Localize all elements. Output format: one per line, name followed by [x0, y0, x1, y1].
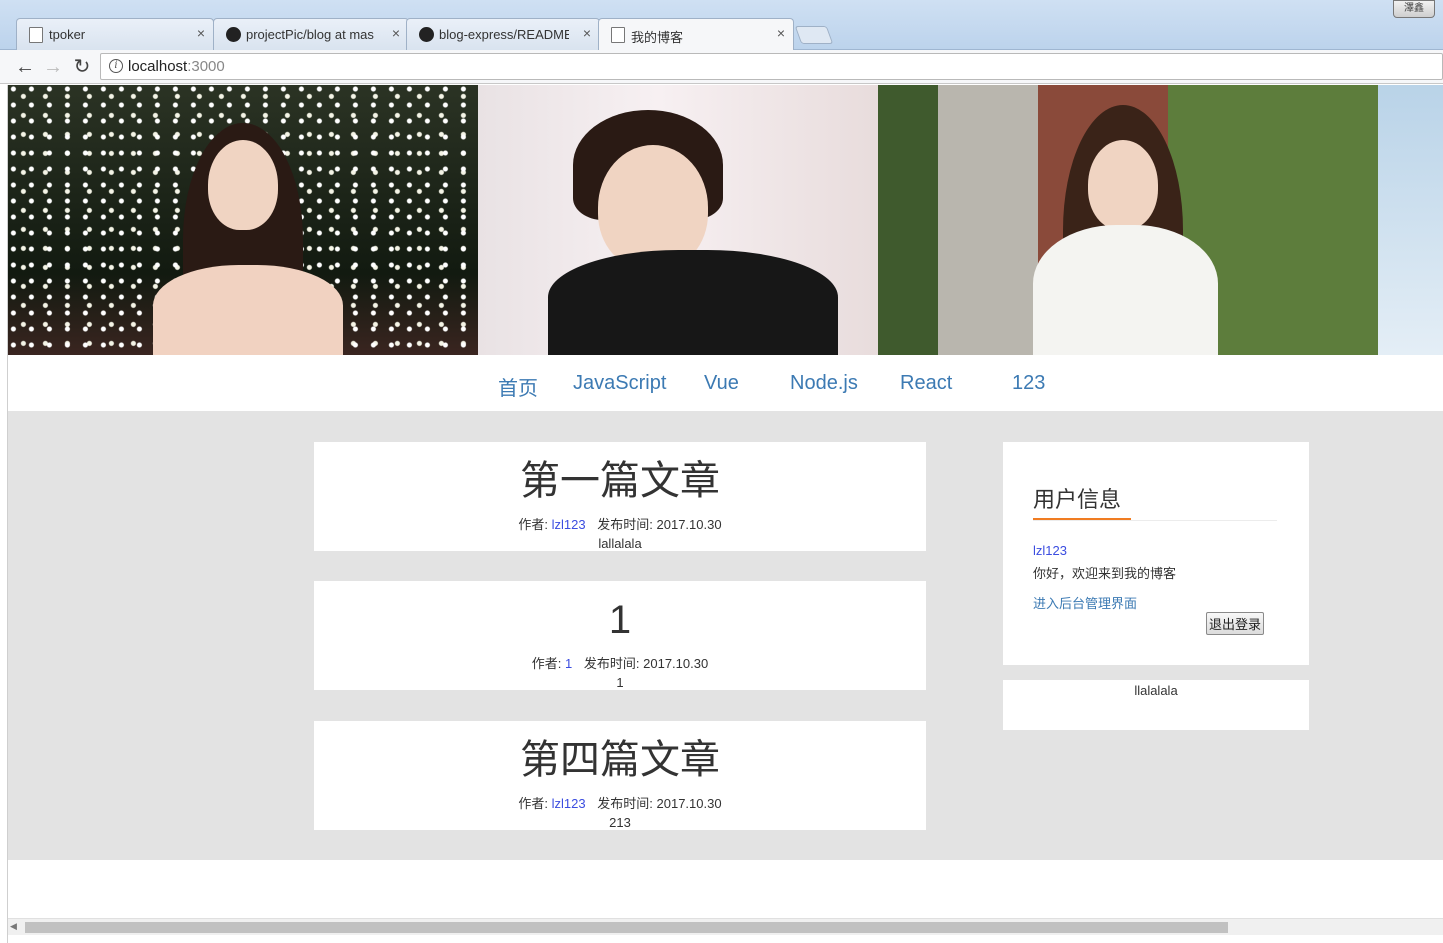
- url-text[interactable]: localhost:3000: [128, 58, 225, 75]
- welcome-text: 你好，欢迎来到我的博客: [1033, 566, 1177, 581]
- author-label: 作者:: [518, 517, 549, 532]
- nav-javascript[interactable]: JavaScript: [573, 372, 666, 395]
- nav-123[interactable]: 123: [1012, 372, 1045, 395]
- nav-vue[interactable]: Vue: [704, 372, 739, 395]
- address-bar[interactable]: i localhost:3000: [100, 53, 1443, 80]
- forward-button[interactable]: →: [41, 55, 65, 79]
- scroll-left-icon[interactable]: ◀: [10, 921, 17, 932]
- article-title[interactable]: 1: [314, 595, 926, 645]
- article-card: 1 作者: 1 发布时间: 2017.10.30 1: [314, 581, 926, 690]
- tab-label: 我的博客: [631, 30, 684, 45]
- info-icon[interactable]: i: [109, 59, 123, 73]
- main-nav: 首页 JavaScript Vue Node.js React 123: [8, 355, 1443, 411]
- article-date: 2017.10.30: [656, 796, 722, 811]
- article-excerpt: lallalala: [598, 536, 642, 551]
- page-icon: [611, 27, 625, 43]
- date-label: 发布时间:: [597, 796, 653, 811]
- article-title[interactable]: 第一篇文章: [314, 456, 926, 506]
- github-icon: [226, 27, 241, 42]
- heading-divider: [1033, 520, 1277, 521]
- github-icon: [419, 27, 434, 42]
- window-profile-button[interactable]: 澤鑫: [1393, 0, 1435, 18]
- close-icon[interactable]: ×: [583, 25, 591, 41]
- tab-tpoker[interactable]: tpoker ×: [16, 18, 214, 50]
- scrollbar-thumb[interactable]: [25, 922, 1228, 933]
- page-icon: [29, 27, 43, 43]
- banner-photo: [1378, 85, 1443, 355]
- date-label: 发布时间:: [597, 517, 653, 532]
- tab-projectpic[interactable]: projectPic/blog at mas ×: [213, 18, 409, 50]
- nav-nodejs[interactable]: Node.js: [790, 372, 858, 395]
- article-card: 第一篇文章 作者: lzl123 发布时间: 2017.10.30 lallal…: [314, 442, 926, 551]
- window-frame: [0, 85, 8, 943]
- banner-photo: [8, 85, 478, 355]
- close-icon[interactable]: ×: [197, 25, 205, 41]
- article-date: 2017.10.30: [643, 656, 709, 671]
- tab-my-blog[interactable]: 我的博客 ×: [598, 18, 794, 51]
- heading-accent-bar: [1033, 518, 1131, 520]
- banner-photo: [878, 85, 1378, 355]
- tab-label: projectPic/blog at mas: [246, 27, 374, 42]
- close-icon[interactable]: ×: [777, 25, 785, 41]
- tab-label: tpoker: [49, 27, 86, 42]
- author-link[interactable]: 1: [565, 656, 572, 671]
- author-label: 作者:: [531, 656, 562, 671]
- tab-strip: tpoker × projectPic/blog at mas × blog-e…: [0, 0, 1443, 51]
- article-excerpt: 1: [616, 675, 624, 690]
- new-tab-button[interactable]: [794, 26, 834, 44]
- author-label: 作者:: [518, 796, 549, 811]
- article-title[interactable]: 第四篇文章: [314, 735, 926, 785]
- article-meta: 作者: 1 发布时间: 2017.10.30: [314, 653, 926, 672]
- logout-button[interactable]: 退出登录: [1206, 612, 1265, 635]
- sidebar-note-card: llalalala: [1003, 680, 1309, 730]
- browser-toolbar: ← → ↻ i localhost:3000: [0, 50, 1443, 84]
- tab-label: blog-express/README: [439, 27, 569, 42]
- page-viewport: 首页 JavaScript Vue Node.js React 123 第一篇文…: [8, 85, 1443, 918]
- banner-carousel: [8, 85, 1443, 355]
- tab-blog-express[interactable]: blog-express/README ×: [406, 18, 600, 50]
- article-date: 2017.10.30: [656, 517, 722, 532]
- article-meta: 作者: lzl123 发布时间: 2017.10.30: [314, 514, 926, 533]
- article-excerpt: 213: [609, 815, 631, 830]
- user-info-heading: 用户信息: [1033, 487, 1122, 512]
- nav-react[interactable]: React: [900, 372, 952, 395]
- author-link[interactable]: lzl123: [552, 517, 586, 532]
- reload-button[interactable]: ↻: [70, 55, 94, 79]
- sidebar-note-text: llalalala: [1134, 683, 1178, 698]
- horizontal-scrollbar[interactable]: ◀: [8, 918, 1443, 935]
- back-button[interactable]: ←: [13, 55, 37, 79]
- user-info-card: 用户信息 lzl123 你好，欢迎来到我的博客 进入后台管理界面 退出登录: [1003, 442, 1309, 665]
- admin-link[interactable]: 进入后台管理界面: [1033, 593, 1137, 612]
- username-link[interactable]: lzl123: [1033, 543, 1067, 558]
- article-card: 第四篇文章 作者: lzl123 发布时间: 2017.10.30 213: [314, 721, 926, 830]
- close-icon[interactable]: ×: [392, 25, 400, 41]
- date-label: 发布时间:: [583, 656, 640, 671]
- author-link[interactable]: lzl123: [552, 796, 586, 811]
- banner-photo: [478, 85, 878, 355]
- article-meta: 作者: lzl123 发布时间: 2017.10.30: [314, 793, 926, 812]
- nav-home[interactable]: 首页: [498, 372, 538, 401]
